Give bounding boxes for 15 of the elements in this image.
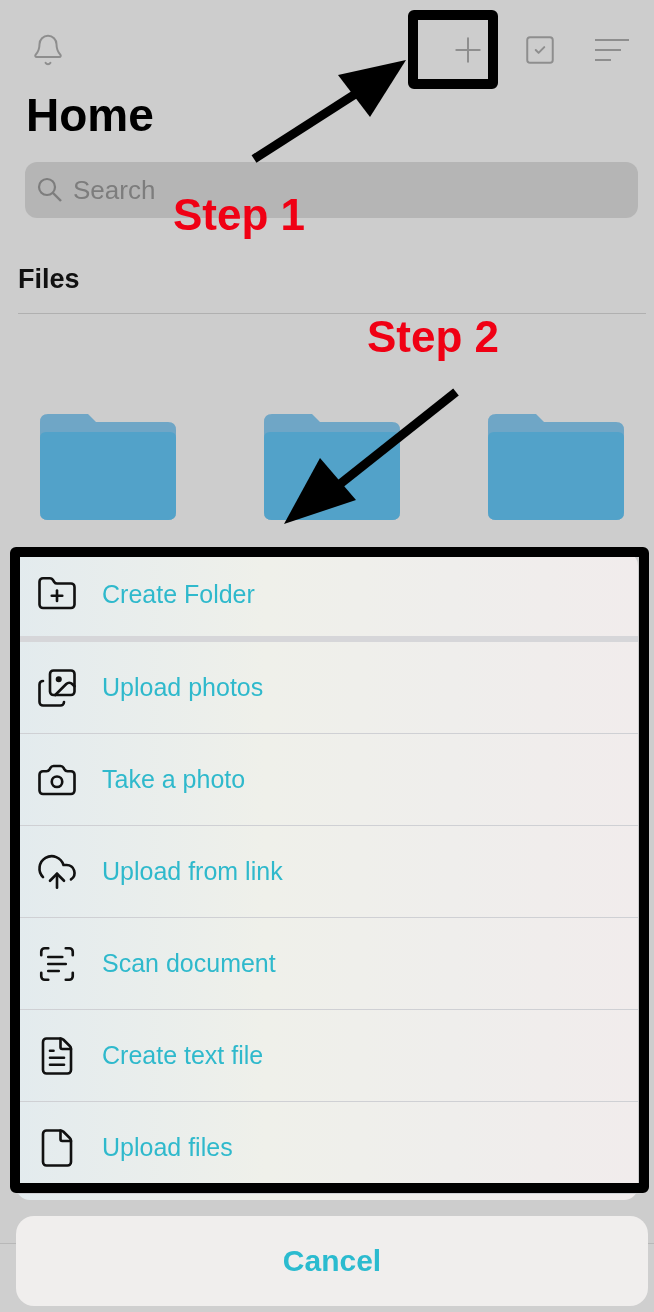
cancel-button[interactable]: Cancel <box>16 1216 648 1306</box>
menu-item[interactable]: Scan document <box>16 918 638 1010</box>
checkbox-icon <box>523 33 557 67</box>
search-icon <box>37 177 63 203</box>
menu-item[interactable]: Upload photos <box>16 642 638 734</box>
menu-item[interactable]: Upload from link <box>16 826 638 918</box>
section-title: Files <box>18 264 646 314</box>
menu-item[interactable]: Create text file <box>16 1010 638 1102</box>
sort-icon <box>595 38 629 62</box>
menu-item[interactable]: Upload files <box>16 1102 638 1194</box>
menu-item[interactable]: Take a photo <box>16 734 638 826</box>
bell-icon <box>31 33 65 67</box>
page-title: Home <box>26 88 154 142</box>
images-icon <box>36 666 78 709</box>
step-label: Step 2 <box>367 312 500 362</box>
